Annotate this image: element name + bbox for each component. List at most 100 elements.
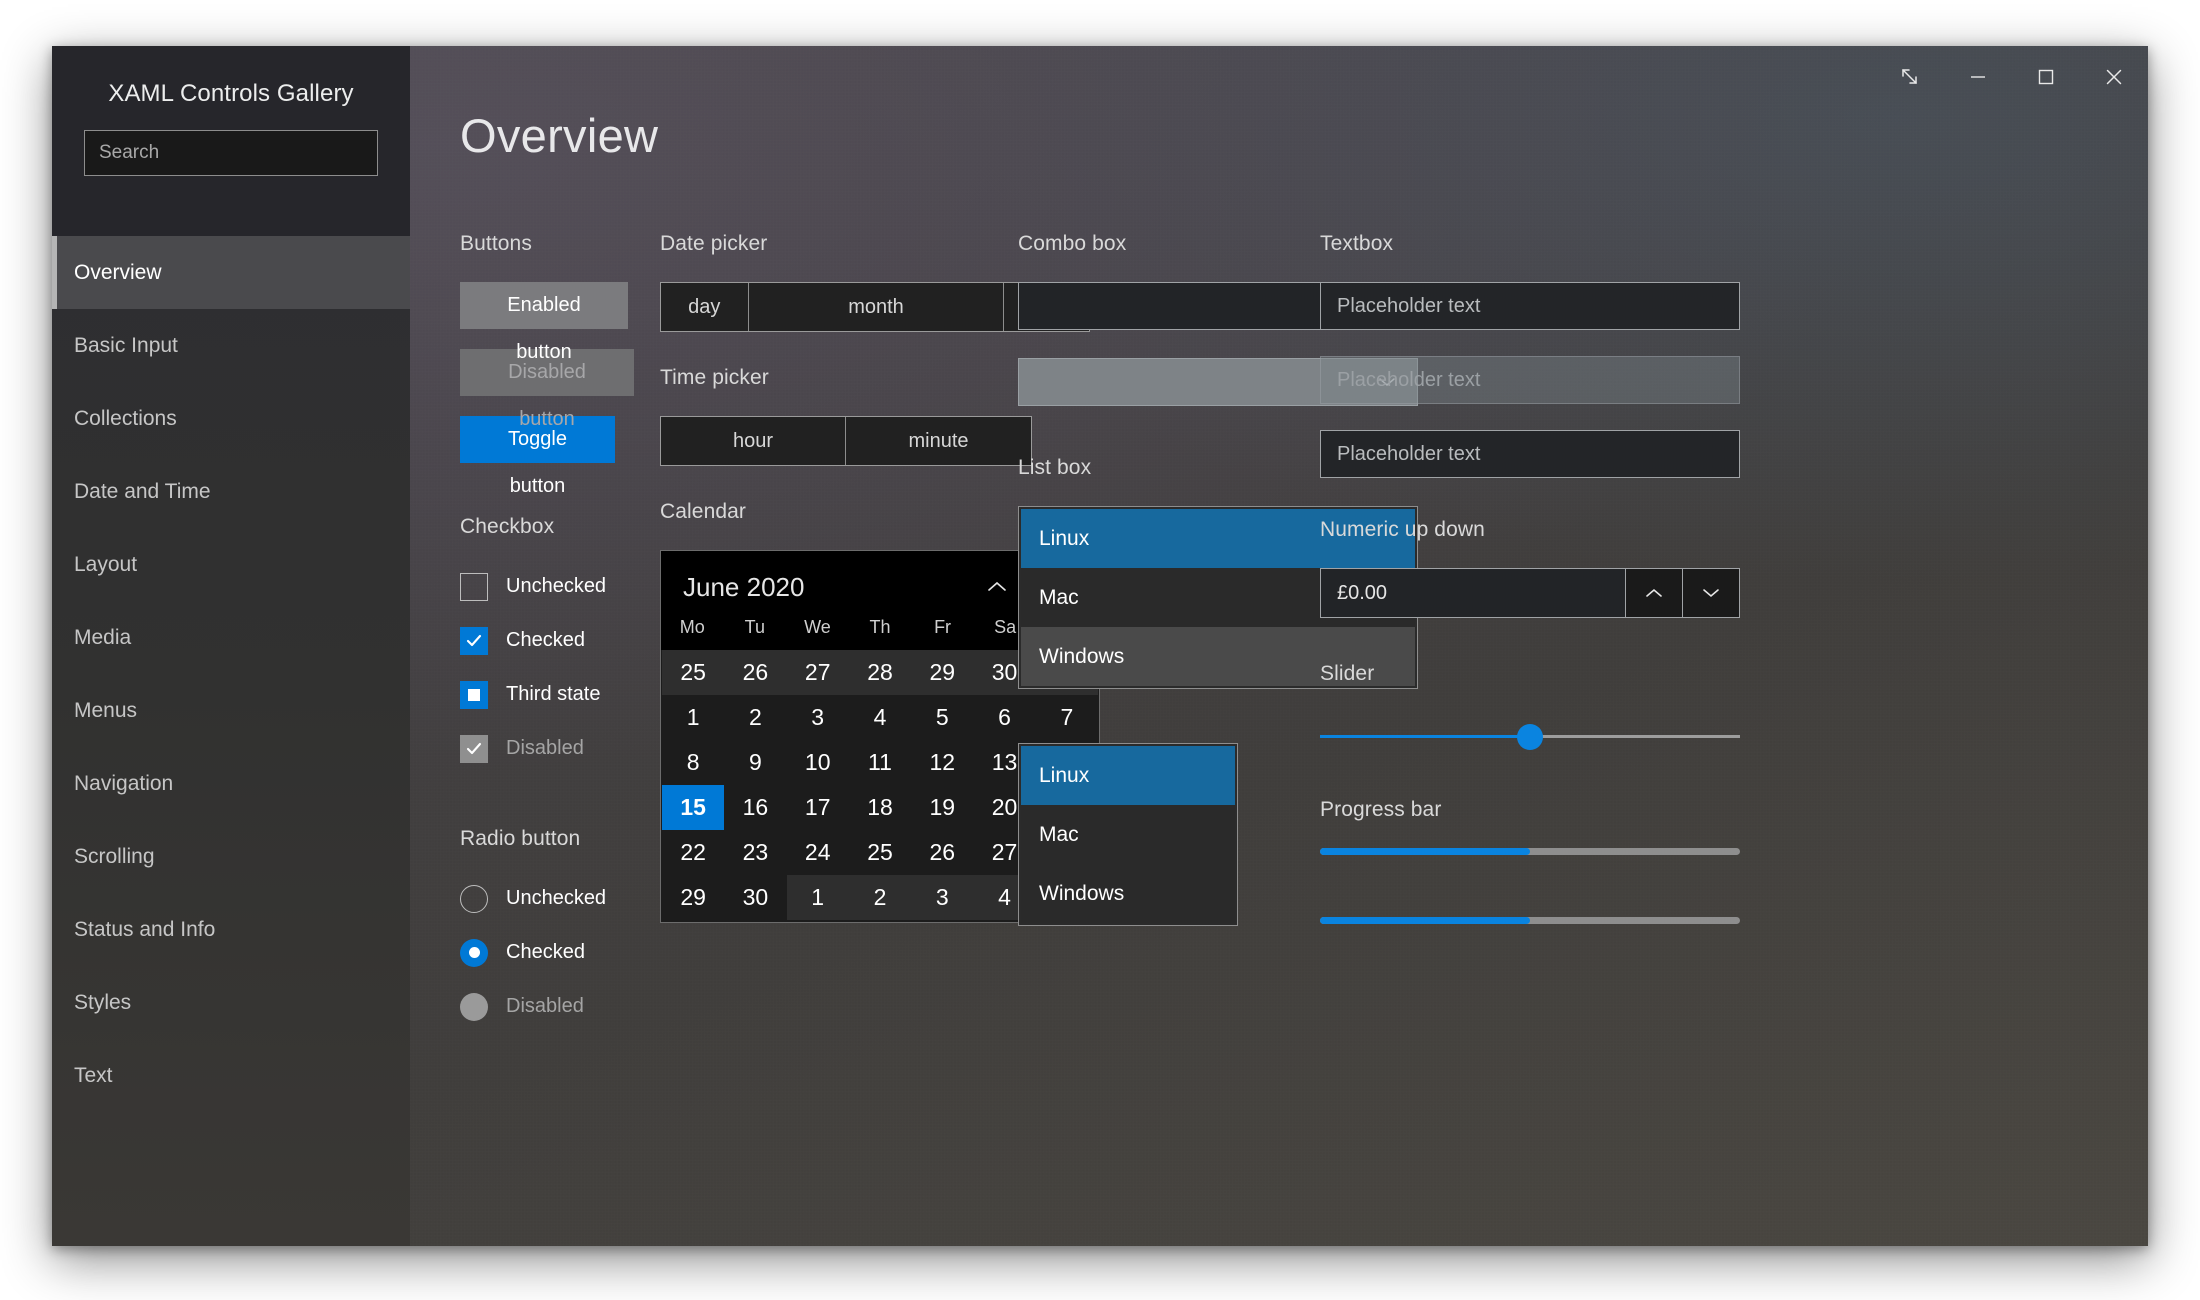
sidebar-item-label: Text	[74, 1063, 113, 1087]
chevron-down-icon[interactable]	[1682, 569, 1739, 617]
enabled-button[interactable]: Enabled button	[460, 282, 628, 363]
disabled-button: Disabled button	[460, 349, 634, 430]
calendar-cell[interactable]: 2	[724, 695, 786, 740]
calendar-prev-icon[interactable]	[969, 567, 1025, 607]
chevron-up-icon[interactable]	[1625, 569, 1682, 617]
slider-thumb[interactable]	[1517, 724, 1543, 750]
search-input[interactable]	[84, 130, 378, 176]
date-picker-day[interactable]: day	[661, 283, 749, 331]
column-controls: Buttons Enabled button Disabled button T…	[460, 232, 670, 1039]
calendar-cell[interactable]: 26	[724, 650, 787, 695]
calendar-cell[interactable]: 3	[911, 875, 974, 920]
list-box-secondary: Linux Mac Windows	[1018, 743, 1238, 926]
sidebar-item-status-and-info[interactable]: Status and Info	[52, 893, 410, 966]
calendar-cell[interactable]: 24	[787, 830, 849, 875]
checkbox-label: Third state	[506, 683, 601, 705]
sidebar-item-basic-input[interactable]: Basic Input	[52, 309, 410, 382]
restore-down-icon[interactable]	[1876, 55, 1944, 99]
sidebar-item-date-and-time[interactable]: Date and Time	[52, 455, 410, 528]
list-item[interactable]: Mac	[1021, 805, 1235, 864]
column-text-inputs: Textbox Numeric up down	[1320, 232, 1740, 986]
calendar-day-name: Mo	[679, 617, 705, 637]
calendar-cell[interactable]: 25	[662, 650, 725, 695]
calendar-cell[interactable]: 27	[786, 650, 849, 695]
sidebar-item-label: Status and Info	[74, 917, 216, 941]
window-title-bar	[1876, 46, 2148, 108]
calendar-cell[interactable]: 22	[662, 830, 724, 875]
calendar-cell[interactable]: 29	[911, 650, 974, 695]
checkbox-label: Checked	[506, 629, 585, 651]
calendar-cell[interactable]: 17	[787, 785, 849, 830]
calendar-cell[interactable]: 9	[724, 740, 786, 785]
calendar-cell[interactable]: 23	[724, 830, 786, 875]
slider[interactable]	[1320, 722, 1740, 752]
numeric-input[interactable]	[1321, 569, 1625, 617]
numeric-up-down[interactable]	[1320, 568, 1740, 618]
calendar-cell[interactable]: 28	[848, 650, 912, 695]
radio-circle-icon	[460, 992, 488, 1021]
progress-bar-fill	[1320, 848, 1530, 855]
calendar-day-name: Tu	[744, 617, 766, 637]
radio-label: Disabled	[506, 995, 584, 1017]
sidebar-item-collections[interactable]: Collections	[52, 382, 410, 455]
maximize-icon[interactable]	[2012, 55, 2080, 99]
close-icon[interactable]	[2080, 55, 2148, 99]
time-picker-minute[interactable]: minute	[846, 417, 1031, 465]
calendar-cell[interactable]: 30	[724, 875, 786, 920]
checkbox-group: Unchecked Checked Third state Disabled	[460, 565, 670, 770]
calendar-cell[interactable]: 25	[849, 830, 911, 875]
calendar-cell[interactable]: 8	[662, 740, 724, 785]
textbox[interactable]	[1320, 282, 1740, 330]
minimize-icon[interactable]	[1944, 55, 2012, 99]
checkbox-box-icon	[460, 680, 488, 709]
calendar-cell[interactable]: 10	[787, 740, 849, 785]
textbox-disabled	[1320, 356, 1740, 404]
calendar-cell[interactable]: 3	[787, 695, 849, 740]
calendar-cell[interactable]: 26	[911, 830, 973, 875]
radio-checked[interactable]: Checked	[460, 931, 670, 974]
sidebar-item-label: Date and Time	[74, 479, 211, 503]
calendar-cell[interactable]: 29	[662, 875, 724, 920]
sidebar-item-scrolling[interactable]: Scrolling	[52, 820, 410, 893]
textbox[interactable]	[1320, 430, 1740, 478]
calendar-cell[interactable]: 1	[662, 695, 724, 740]
calendar-cell[interactable]: 19	[911, 785, 973, 830]
calendar-cell[interactable]: 11	[849, 740, 911, 785]
calendar-cell-selected[interactable]: 15	[662, 785, 725, 830]
sidebar-header: XAML Controls Gallery	[52, 46, 410, 236]
calendar-cell[interactable]: 16	[724, 785, 786, 830]
sidebar-item-menus[interactable]: Menus	[52, 674, 410, 747]
time-picker-hour[interactable]: hour	[661, 417, 846, 465]
calendar-cell[interactable]: 5	[911, 695, 973, 740]
sidebar-item-layout[interactable]: Layout	[52, 528, 410, 601]
radio-unchecked[interactable]: Unchecked	[460, 877, 670, 920]
calendar-cell[interactable]: 18	[849, 785, 911, 830]
numeric-label: Numeric up down	[1320, 518, 1485, 541]
progress-bar-label: Progress bar	[1320, 798, 1442, 821]
checkbox-third-state[interactable]: Third state	[460, 673, 670, 716]
checkbox-unchecked[interactable]: Unchecked	[460, 565, 670, 608]
date-picker-month[interactable]: month	[749, 283, 1005, 331]
sidebar-item-text[interactable]: Text	[52, 1039, 410, 1112]
sidebar-nav: Overview Basic Input Collections Date and T…	[52, 236, 410, 1246]
sidebar-item-navigation[interactable]: Navigation	[52, 747, 410, 820]
app-window: XAML Controls Gallery Overview Basic Inpu…	[52, 46, 2148, 1246]
time-picker[interactable]: hour minute	[660, 416, 1032, 466]
sidebar-item-styles[interactable]: Styles	[52, 966, 410, 1039]
toggle-button[interactable]: Toggle button	[460, 416, 615, 497]
sidebar: XAML Controls Gallery Overview Basic Inpu…	[52, 46, 410, 1246]
list-item[interactable]: Linux	[1021, 746, 1235, 805]
screenshot-root: XAML Controls Gallery Overview Basic Inpu…	[0, 0, 2200, 1300]
progress-bar-fill	[1320, 917, 1530, 924]
calendar-cell[interactable]: 2	[848, 875, 912, 920]
sidebar-item-label: Styles	[74, 990, 132, 1014]
calendar-cell[interactable]: 4	[849, 695, 911, 740]
calendar-day-name: Fr	[934, 617, 952, 637]
sidebar-item-overview[interactable]: Overview	[52, 236, 410, 309]
list-item[interactable]: Windows	[1021, 864, 1235, 923]
sidebar-item-media[interactable]: Media	[52, 601, 410, 674]
sidebar-item-label: Basic Input	[74, 333, 178, 357]
calendar-cell[interactable]: 1	[786, 875, 849, 920]
calendar-cell[interactable]: 12	[911, 740, 973, 785]
checkbox-checked[interactable]: Checked	[460, 619, 670, 662]
